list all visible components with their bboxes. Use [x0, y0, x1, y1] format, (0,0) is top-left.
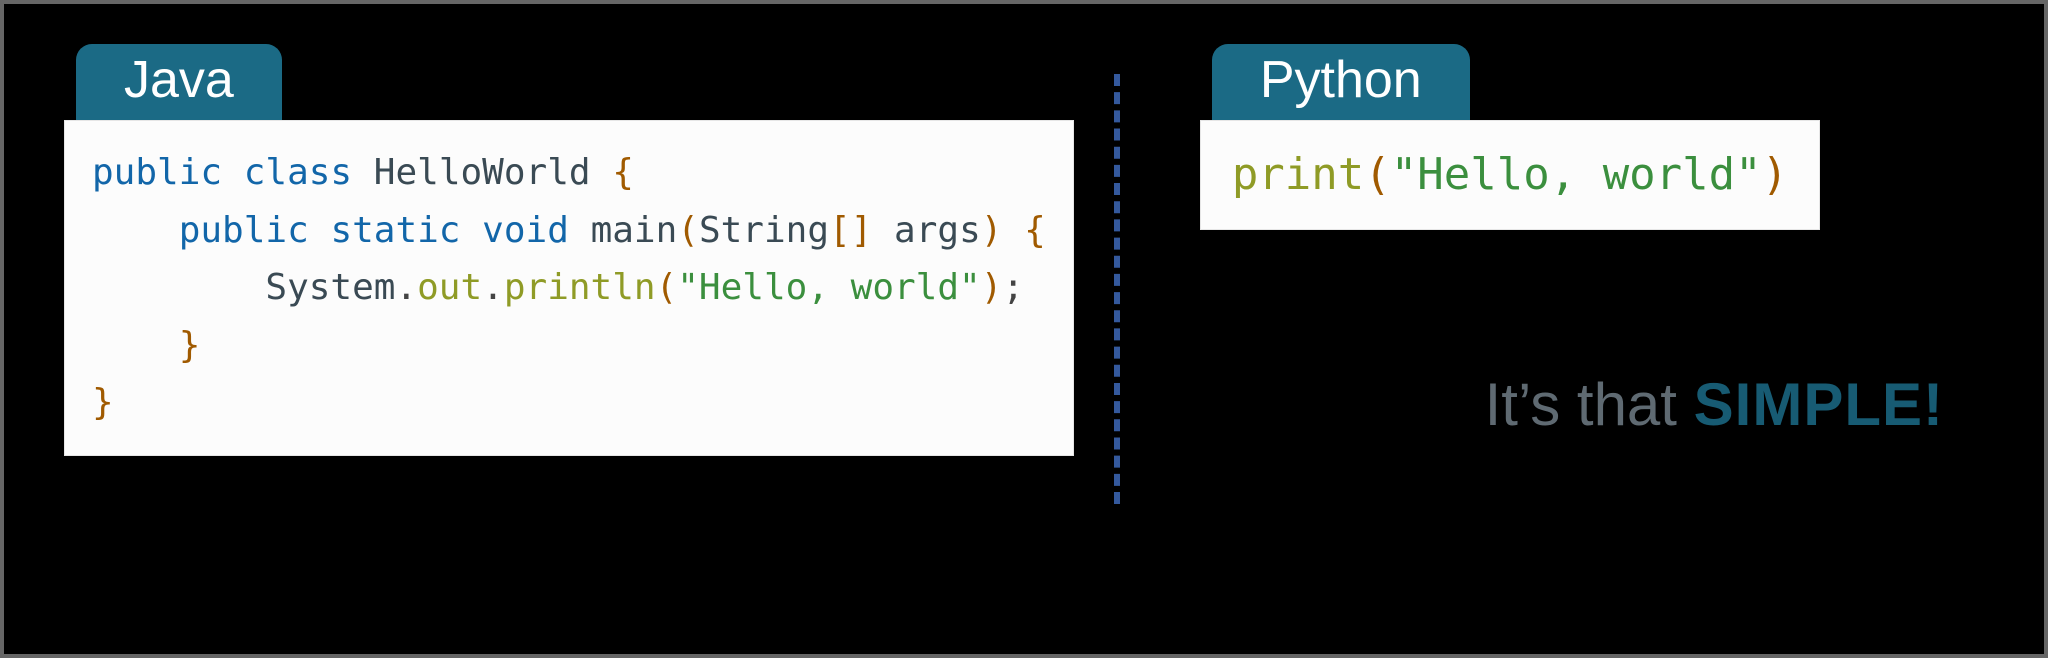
java-open-paren2: ( [656, 267, 678, 308]
tagline: It’s that SIMPLE! [1485, 370, 1984, 439]
python-fn-print: print [1232, 149, 1364, 200]
java-open-paren: ( [677, 210, 699, 251]
java-kw-public2: public [179, 210, 309, 251]
java-arg-name: args [894, 210, 981, 251]
comparison-slide: Java public class HelloWorld { public st… [0, 0, 2048, 658]
java-code-block: public class HelloWorld { public static … [64, 120, 1074, 456]
python-open-paren: ( [1364, 149, 1391, 200]
java-println: println [504, 267, 656, 308]
java-kw-class: class [244, 152, 352, 193]
python-badge: Python [1212, 44, 1470, 120]
java-string: "Hello, world" [677, 267, 980, 308]
java-kw-public: public [92, 152, 222, 193]
tagline-suffix: ! [1923, 371, 1944, 438]
java-close-paren2: ) [981, 267, 1003, 308]
java-dot: . [395, 267, 417, 308]
java-open-brace2: { [1024, 210, 1046, 251]
java-system: System [265, 267, 395, 308]
java-close-brace: } [179, 325, 201, 366]
java-brackets: [] [829, 210, 872, 251]
python-string: "Hello, world" [1391, 149, 1762, 200]
python-column: Python print("Hello, world") It’s that S… [1120, 44, 1984, 439]
java-semicolon: ; [1002, 267, 1024, 308]
java-fn-main: main [591, 210, 678, 251]
tagline-emph: SIMPLE [1694, 371, 1923, 438]
java-kw-void: void [482, 210, 569, 251]
columns: Java public class HelloWorld { public st… [64, 44, 1984, 624]
java-open-brace: { [612, 152, 634, 193]
java-close-paren: ) [981, 210, 1003, 251]
java-column: Java public class HelloWorld { public st… [64, 44, 1114, 456]
java-arg-type: String [699, 210, 829, 251]
java-close-brace2: } [92, 382, 114, 423]
java-kw-static: static [330, 210, 460, 251]
java-out: out [417, 267, 482, 308]
python-close-paren: ) [1762, 149, 1789, 200]
java-dot2: . [482, 267, 504, 308]
java-class-name: HelloWorld [374, 152, 591, 193]
python-code-block: print("Hello, world") [1200, 120, 1820, 230]
java-badge: Java [76, 44, 282, 120]
tagline-prefix: It’s that [1485, 371, 1694, 438]
